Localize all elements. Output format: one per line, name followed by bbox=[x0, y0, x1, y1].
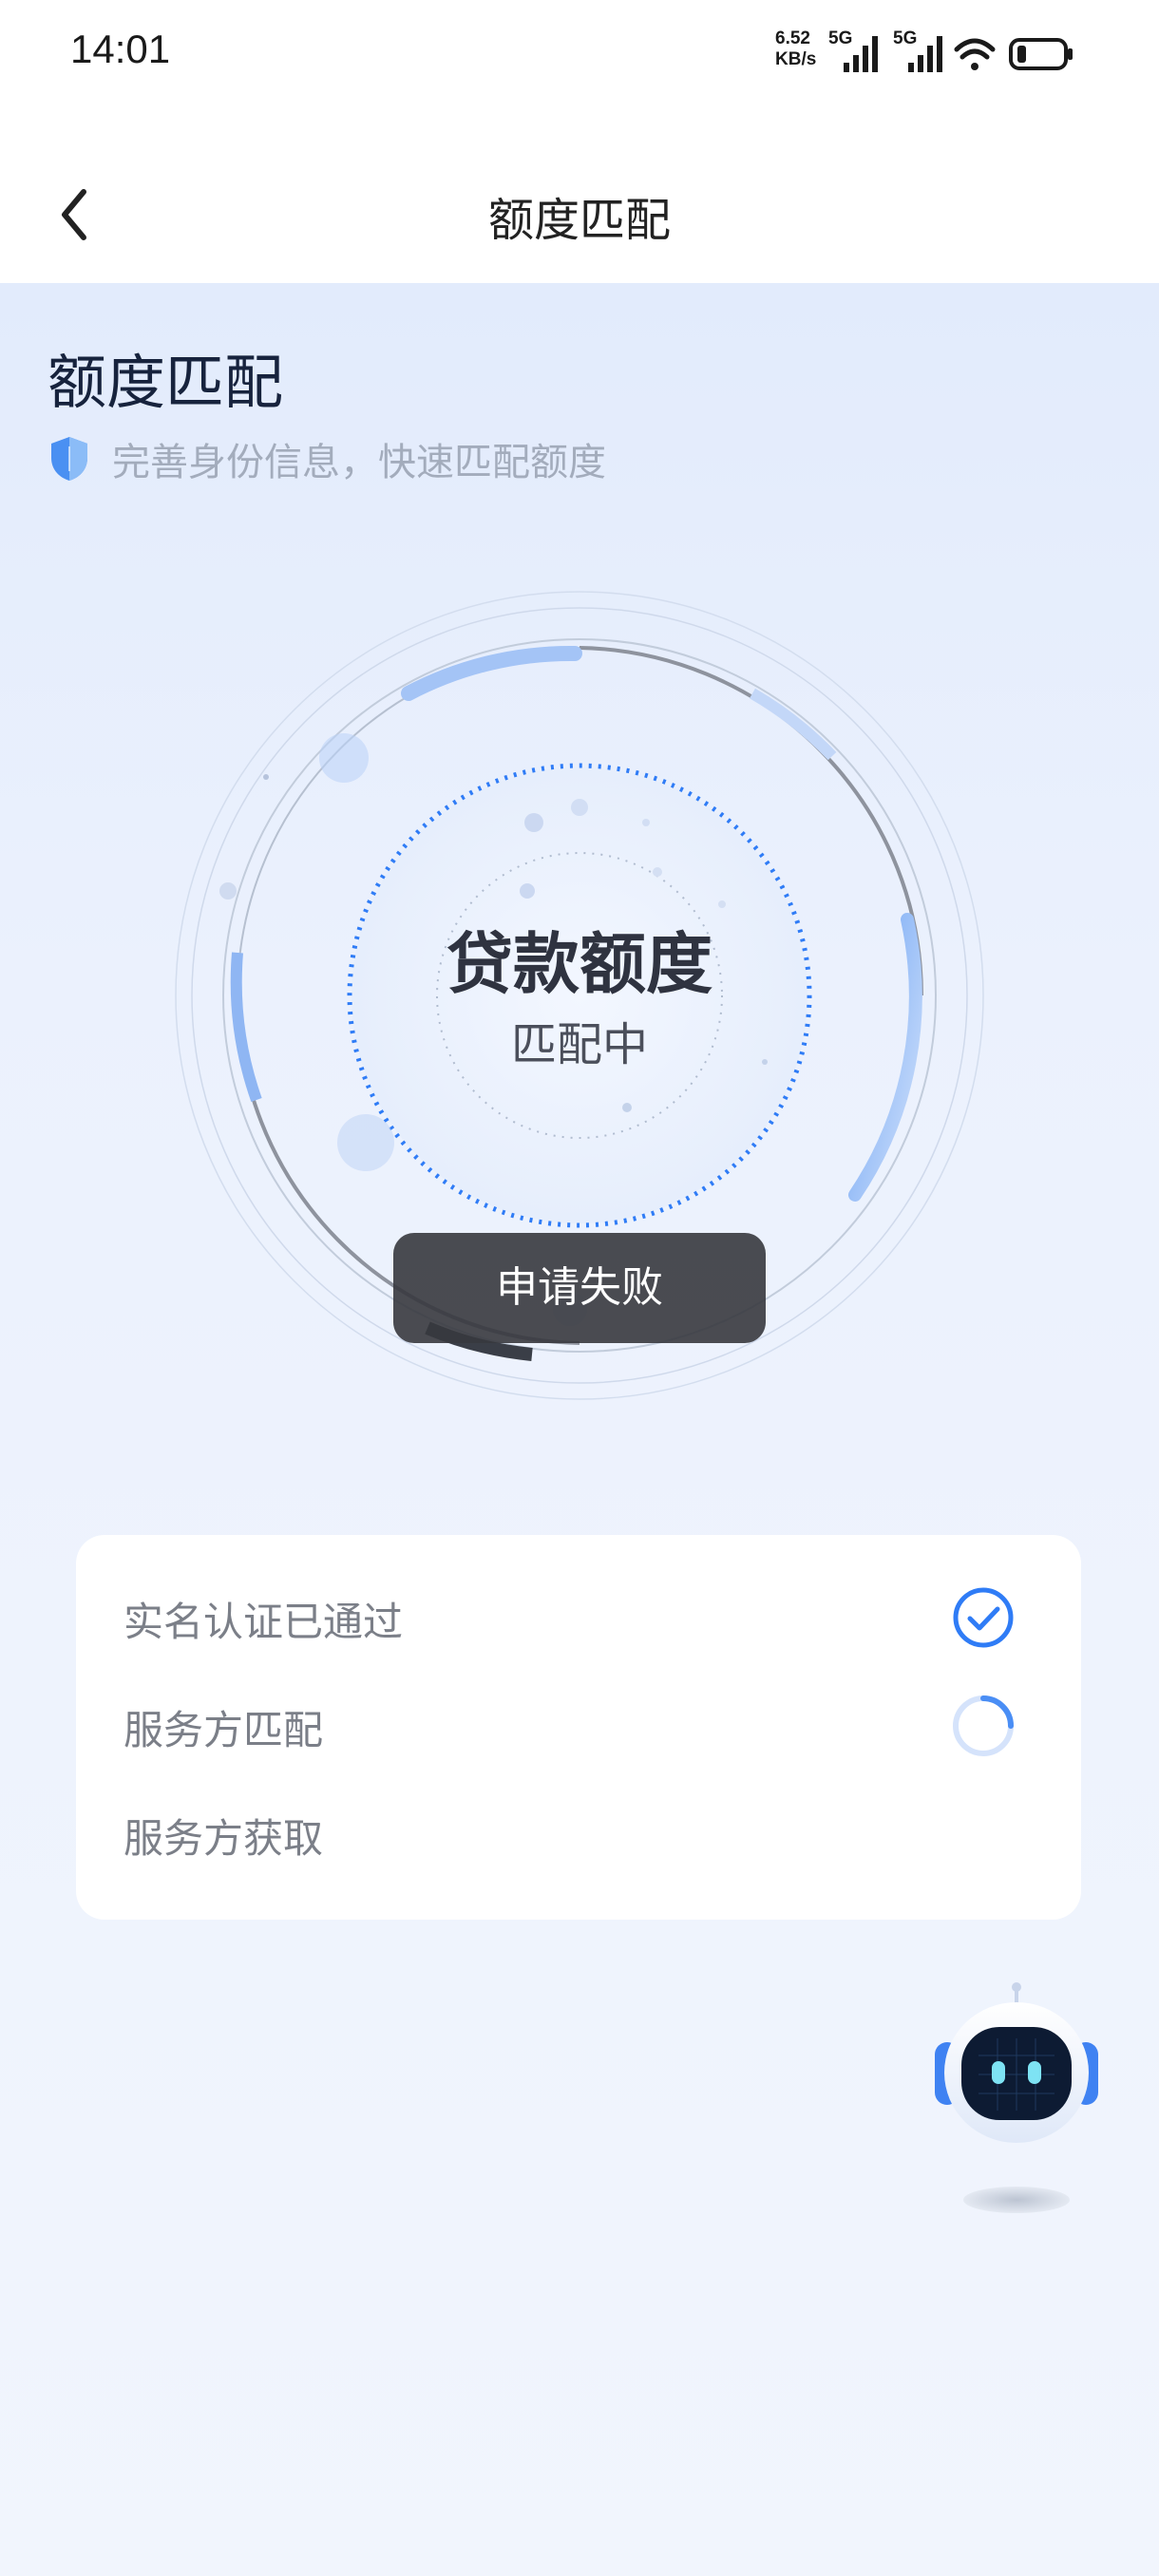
subtitle-text: 完善身份信息，快速匹配额度 bbox=[112, 441, 606, 484]
step-item: 服务方匹配 bbox=[124, 1683, 1034, 1769]
main-content: 额度匹配 完善身份信息，快速匹配额度 贷款额度 匹配中 申请失败 实名认证已通过… bbox=[0, 283, 1159, 2576]
step-label: 服务方获取 bbox=[124, 1815, 324, 1862]
spinner-icon bbox=[953, 1695, 1014, 1756]
status-bar: 14:01 6.52 KB/s 5G 5G bbox=[0, 0, 1159, 104]
status-icons: 5G 5G bbox=[828, 28, 1073, 72]
step-label: 实名认证已通过 bbox=[124, 1599, 404, 1645]
network-type-label: 5G bbox=[828, 28, 852, 48]
network-speed-unit: KB/s bbox=[775, 49, 817, 69]
battery-icon bbox=[1009, 38, 1073, 70]
wifi-icon bbox=[954, 38, 996, 70]
network-speed: 6.52 KB/s bbox=[775, 28, 816, 70]
step-item: 实名认证已通过 bbox=[124, 1575, 1034, 1660]
step-item: 服务方获取 bbox=[124, 1791, 1034, 1877]
network-speed-value: 6.52 bbox=[775, 28, 810, 48]
status-time: 14:01 bbox=[70, 27, 171, 71]
robot-assistant-icon[interactable] bbox=[931, 1981, 1102, 2228]
error-toast: 申请失败 bbox=[393, 1233, 766, 1343]
page-title: 额度匹配 bbox=[48, 348, 284, 417]
shield-icon bbox=[51, 437, 87, 481]
network-type-label: 5G bbox=[893, 28, 917, 48]
nav-title: 额度匹配 bbox=[487, 194, 671, 247]
matching-status: 匹配中 bbox=[510, 1018, 648, 1071]
loan-amount-title: 贷款额度 bbox=[446, 925, 712, 1003]
progress-card: 实名认证已通过 服务方匹配 服务方获取 bbox=[76, 1535, 1081, 1920]
check-circle-icon bbox=[953, 1587, 1014, 1648]
nav-bar: 额度匹配 bbox=[0, 104, 1159, 283]
loan-matcher: 贷款额度 匹配中 bbox=[152, 921, 1007, 1073]
step-label: 服务方匹配 bbox=[124, 1707, 324, 1753]
